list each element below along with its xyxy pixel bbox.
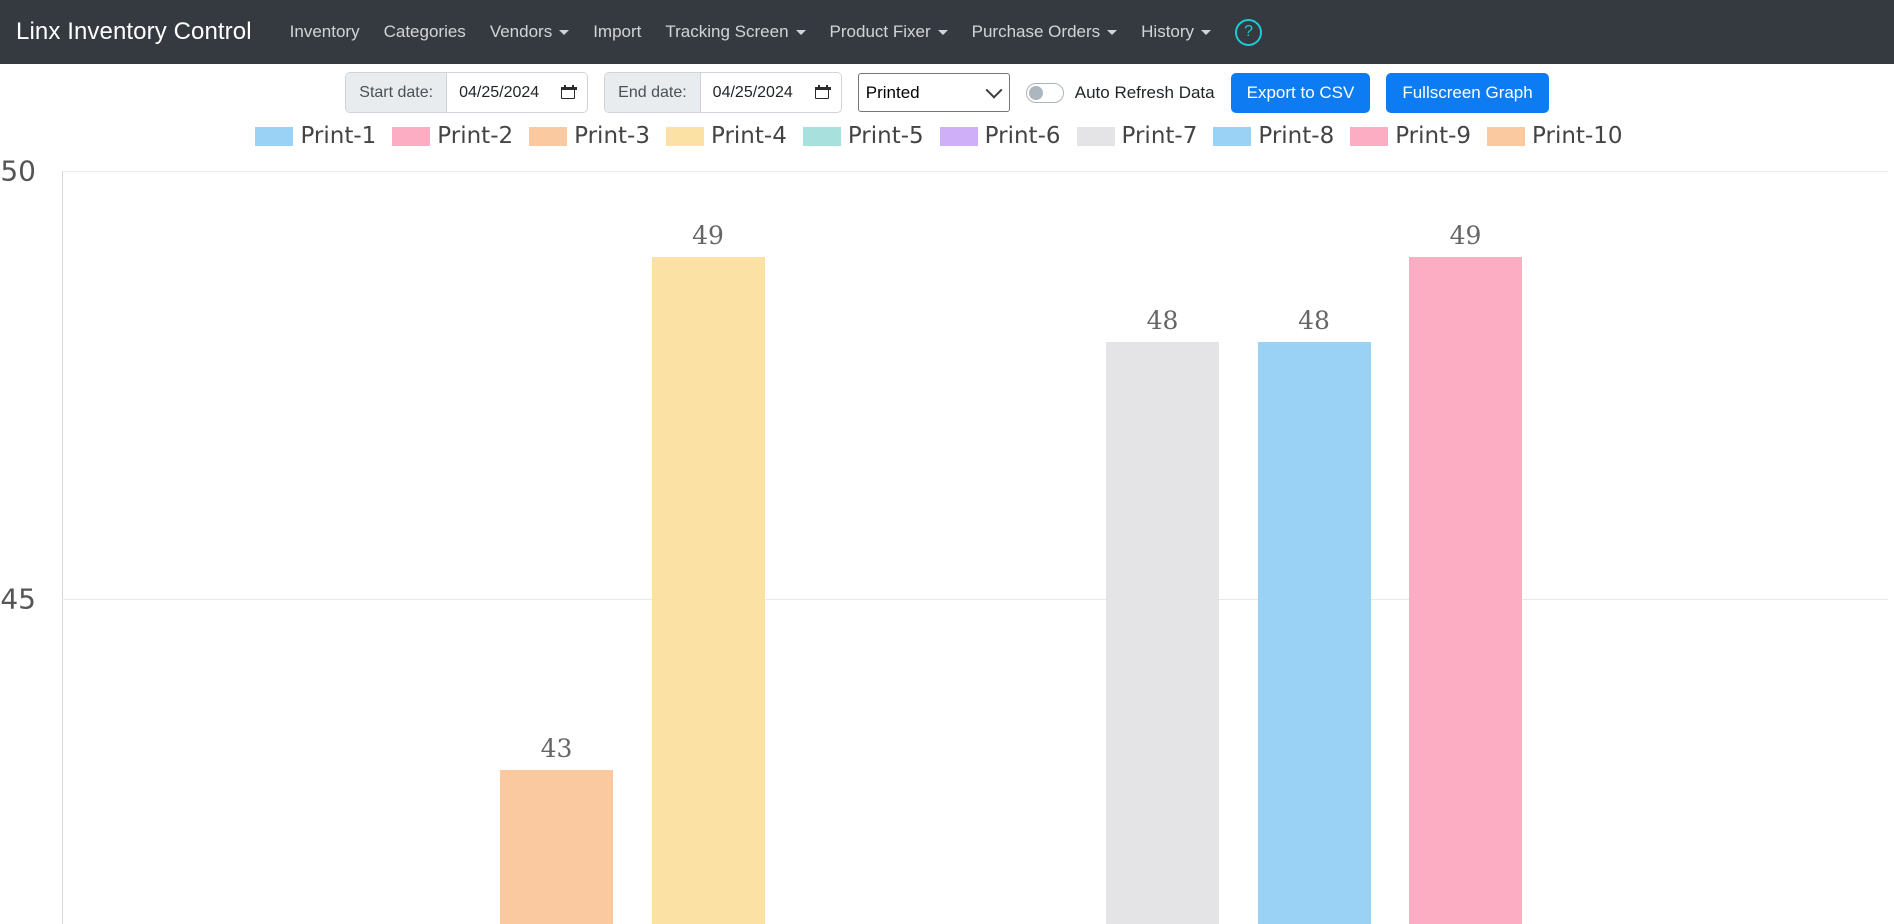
legend-swatch — [392, 126, 431, 146]
plot-area: 504540353025201510538324349383348484932 — [0, 155, 1888, 924]
start-date-group: Start date: 04/25/2024 — [345, 72, 589, 113]
caret-down-icon — [937, 29, 948, 35]
chevron-down-icon — [985, 81, 1003, 99]
legend-label: Print-8 — [1258, 123, 1335, 149]
bar-print-8[interactable] — [1257, 342, 1371, 924]
bar-value-label: 48 — [1146, 306, 1179, 336]
legend-label: Print-9 — [1395, 123, 1472, 149]
legend-item-print-3[interactable]: Print-3 — [529, 123, 666, 149]
calendar-icon[interactable] — [814, 84, 831, 101]
legend-swatch — [1350, 126, 1389, 146]
end-date-label: End date: — [605, 73, 701, 112]
legend-item-print-7[interactable]: Print-7 — [1076, 123, 1214, 149]
legend-item-print-6[interactable]: Print-6 — [939, 123, 1077, 149]
navbar: Linx Inventory Control Inventory Categori… — [0, 0, 1894, 64]
toolbar: Start date: 04/25/2024 End date: 04/25/2… — [0, 64, 1894, 119]
nav-items: Inventory Categories Vendors Import Tracking… — [278, 14, 1223, 50]
legend-label: Print-6 — [984, 123, 1061, 149]
legend-swatch — [1213, 126, 1252, 146]
legend-label: Print-4 — [710, 123, 787, 149]
nav-item-label: Tracking Screen — [665, 22, 789, 41]
brand-title[interactable]: Linx Inventory Control — [16, 18, 252, 46]
nav-item-inventory[interactable]: Inventory — [278, 14, 372, 50]
start-date-label: Start date: — [346, 73, 448, 112]
help-icon[interactable]: ? — [1235, 18, 1263, 46]
y-axis-tick-label: 45 — [0, 582, 36, 616]
legend-item-print-5[interactable]: Print-5 — [802, 123, 940, 149]
end-date-input[interactable]: 04/25/2024 — [700, 73, 841, 112]
bar-print-3[interactable] — [500, 770, 613, 924]
legend-label: Print-2 — [437, 123, 514, 149]
legend-swatch — [1487, 126, 1526, 146]
bar-value-label: 49 — [1449, 220, 1482, 250]
gridline — [62, 171, 1888, 172]
legend-label: Print-5 — [847, 123, 924, 149]
nav-item-tracking-screen[interactable]: Tracking Screen — [653, 14, 817, 50]
nav-item-purchase-orders[interactable]: Purchase Orders — [960, 14, 1130, 50]
legend-swatch — [529, 126, 568, 146]
legend-label: Print-7 — [1121, 123, 1198, 149]
legend-item-print-1[interactable]: Print-1 — [255, 123, 392, 149]
caret-down-icon — [795, 29, 806, 35]
y-axis-tick-label: 50 — [0, 154, 36, 188]
nav-item-import[interactable]: Import — [581, 14, 653, 50]
legend-item-print-9[interactable]: Print-9 — [1350, 123, 1487, 149]
bar-value-label: 48 — [1298, 306, 1330, 336]
calendar-icon[interactable] — [561, 84, 578, 101]
caret-down-icon — [1201, 29, 1212, 35]
legend-label: Print-3 — [574, 123, 650, 149]
end-date-group: End date: 04/25/2024 — [604, 72, 842, 113]
legend-swatch — [255, 126, 294, 146]
caret-down-icon — [1107, 29, 1118, 35]
legend-item-print-4[interactable]: Print-4 — [665, 123, 803, 149]
legend-label: Print-10 — [1532, 123, 1623, 149]
bar-value-label: 49 — [692, 220, 724, 250]
gridline — [62, 599, 1888, 600]
legend-label: Print-1 — [300, 123, 377, 149]
legend-swatch — [665, 126, 704, 146]
nav-item-label: Purchase Orders — [971, 22, 1101, 41]
legend-item-print-2[interactable]: Print-2 — [392, 123, 529, 149]
fullscreen-graph-button[interactable]: Fullscreen Graph — [1386, 72, 1549, 113]
nav-item-product-fixer[interactable]: Product Fixer — [818, 14, 960, 50]
print-type-select-value: Printed — [865, 82, 920, 102]
auto-refresh-label: Auto Refresh Data — [1074, 82, 1215, 102]
legend-item-print-8[interactable]: Print-8 — [1213, 123, 1350, 149]
nav-item-history[interactable]: History — [1129, 14, 1223, 50]
nav-item-label: History — [1141, 22, 1195, 41]
end-date-value: 04/25/2024 — [712, 83, 793, 101]
print-type-select[interactable]: Printed — [857, 73, 1010, 112]
legend-swatch — [802, 126, 841, 146]
bar-print-9[interactable] — [1409, 256, 1522, 924]
bar-print-7[interactable] — [1106, 342, 1219, 924]
auto-refresh-toggle[interactable] — [1025, 82, 1064, 103]
start-date-value: 04/25/2024 — [459, 83, 540, 101]
start-date-input[interactable]: 04/25/2024 — [447, 73, 588, 112]
caret-down-icon — [559, 29, 570, 35]
nav-item-label: Inventory — [289, 22, 360, 41]
legend-swatch — [1076, 126, 1115, 146]
nav-item-vendors[interactable]: Vendors — [478, 14, 581, 50]
chart-legend: Print-1 Print-2 Print-3 Print-4 Print-5 Print… — [0, 119, 1894, 153]
export-to-csv-button[interactable]: Export to CSV — [1230, 72, 1371, 113]
bar-print-4[interactable] — [651, 256, 765, 924]
bar-chart: 504540353025201510538324349383348484932 — [0, 153, 1894, 924]
nav-item-label: Vendors — [489, 22, 553, 41]
legend-swatch — [939, 126, 978, 146]
legend-item-print-10[interactable]: Print-10 — [1487, 123, 1638, 149]
nav-item-label: Product Fixer — [829, 22, 931, 41]
bar-value-label: 43 — [540, 734, 573, 764]
nav-item-label: Categories — [383, 22, 466, 41]
nav-item-categories[interactable]: Categories — [372, 14, 478, 50]
nav-item-label: Import — [593, 22, 642, 41]
auto-refresh-group: Auto Refresh Data — [1025, 82, 1215, 103]
